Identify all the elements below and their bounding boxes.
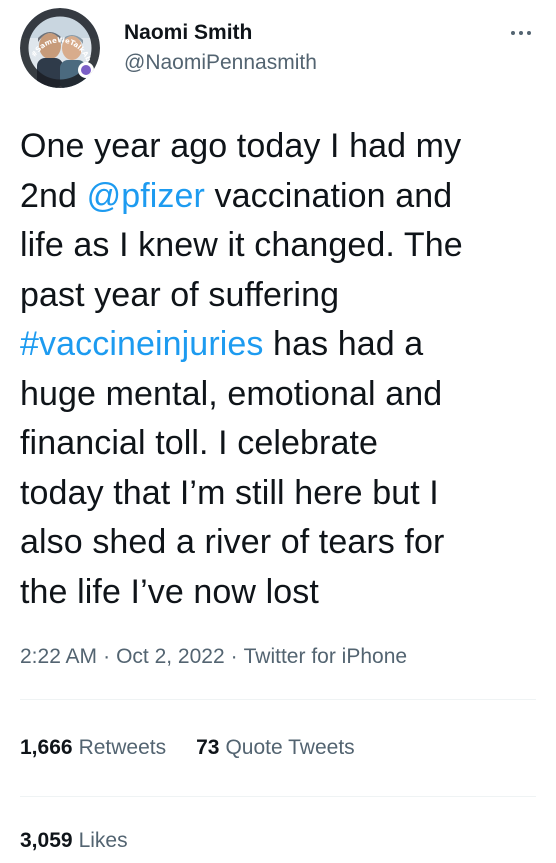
tweet-detail: #SameWeTalkAboutIt Naomi Smith @NaomiPen…	[0, 0, 556, 863]
likes-label: Likes	[78, 829, 128, 852]
mention-link[interactable]: @pfizer	[87, 177, 205, 215]
tweet-line: #vaccineinjuries has had a	[20, 320, 550, 370]
tweet-line: life as I knew it changed. The	[20, 226, 463, 264]
tweet-header: #SameWeTalkAboutIt Naomi Smith @NaomiPen…	[20, 8, 536, 88]
tweet-timestamp-link[interactable]: 2:22 AM · Oct 2, 2022	[20, 645, 225, 668]
meta-separator: ·	[103, 645, 111, 668]
more-horizontal-icon	[511, 31, 515, 35]
tweet-text-segment: 2nd	[20, 176, 87, 215]
likes-stats: 3,059 Likes	[20, 826, 158, 856]
likes-count: 3,059	[20, 829, 73, 852]
more-options-button[interactable]	[506, 22, 536, 42]
tweet-text: One year ago today I had my 2nd @pfizer …	[20, 122, 550, 617]
tweet-text-segment: has had a	[263, 325, 424, 363]
quote-tweets-count: 73	[196, 736, 220, 759]
author-display-name[interactable]: Naomi Smith	[124, 20, 317, 46]
more-horizontal-icon	[527, 31, 531, 35]
hashtag-link[interactable]: #vaccineinjuries	[20, 325, 264, 363]
tweet-time: 2:22 AM	[20, 645, 98, 668]
retweets-count: 1,666	[20, 736, 73, 759]
retweets-label: Retweets	[78, 736, 167, 759]
tweet-line: One year ago today I had my	[20, 127, 462, 165]
avatar[interactable]: #SameWeTalkAboutIt	[20, 8, 100, 88]
meta-separator: ·	[230, 645, 238, 668]
tweet-line: 2nd @pfizer vaccination and	[20, 172, 550, 222]
tweet-line: past year of suffering	[20, 275, 340, 314]
tweet-line: financial toll. I celebrate	[20, 424, 379, 462]
retweets-stat-link[interactable]: 1,666 Retweets	[20, 733, 166, 763]
tweet-date: Oct 2, 2022	[116, 645, 225, 668]
more-horizontal-icon	[519, 31, 523, 35]
quote-tweets-label: Quote Tweets	[225, 736, 355, 759]
tweet-meta: 2:22 AM · Oct 2, 2022 · Twitter for iPhone	[20, 642, 407, 672]
tweet-line: the life I’ve now lost	[20, 572, 319, 611]
tweet-line: huge mental, emotional and	[20, 374, 443, 413]
tweet-line: also shed a river of tears for	[20, 523, 445, 561]
verified-community-badge-icon	[78, 62, 94, 78]
tweet-source-link[interactable]: Twitter for iPhone	[244, 645, 407, 668]
divider	[20, 699, 536, 700]
tweet-text-segment: vaccination and	[204, 176, 453, 215]
author-handle[interactable]: @NaomiPennasmith	[124, 50, 317, 76]
engagement-stats: 1,666 Retweets 73 Quote Tweets	[20, 733, 385, 763]
tweet-line: today that I’m still here but I	[20, 473, 439, 512]
divider	[20, 796, 536, 797]
quote-tweets-stat-link[interactable]: 73 Quote Tweets	[196, 733, 355, 763]
likes-stat-link[interactable]: 3,059 Likes	[20, 826, 128, 856]
author-names: Naomi Smith @NaomiPennasmith	[124, 20, 317, 76]
